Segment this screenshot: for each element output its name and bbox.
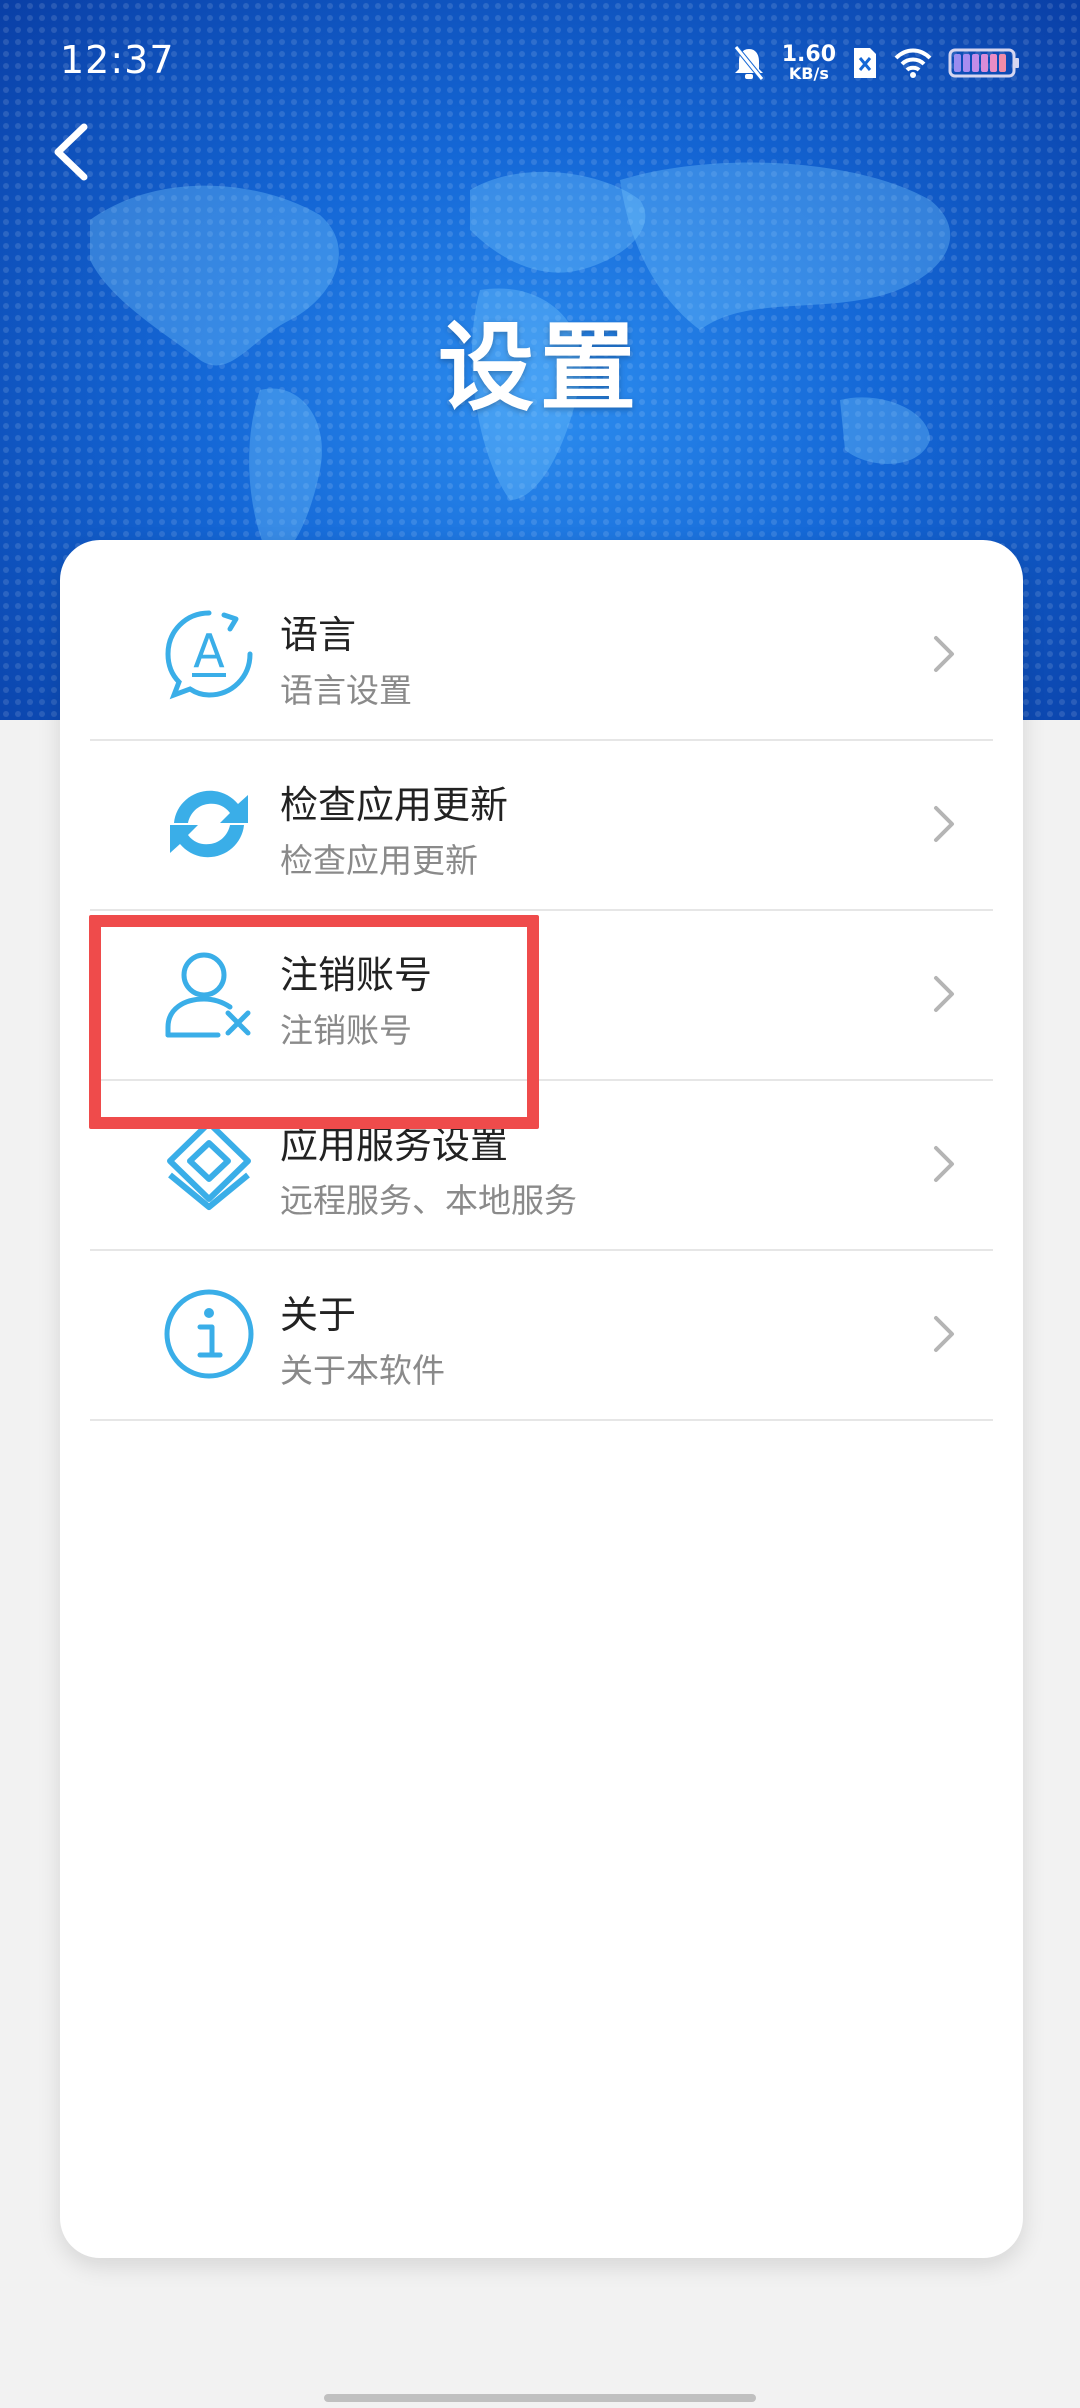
status-icons: 1.60 KB/s [732,38,1020,88]
highlight-box [89,915,539,1129]
language-icon: A [165,610,253,700]
menu-item-subtitle: 检查应用更新 [280,841,478,880]
menu-item-subtitle: 远程服务、本地服务 [280,1181,577,1220]
chevron-right-icon [934,806,954,842]
bell-muted-icon [733,45,764,81]
svg-text:A: A [193,624,225,678]
page-title: 设置 [438,312,642,424]
menu-item-check-update[interactable]: 检查应用更新 检查应用更新 [90,740,993,908]
chevron-right-icon [934,976,954,1012]
menu-item-subtitle: 语言设置 [280,671,412,710]
menu-item-title: 关于 [280,1293,357,1337]
battery-icon [948,48,1019,78]
menu-item-title: 检查应用更新 [280,783,509,827]
net-speed-unit: KB/s [788,64,829,83]
info-icon [164,1289,254,1379]
chevron-right-icon [934,1146,954,1182]
net-speed: 1.60 KB/s [782,44,836,82]
menu-item-language[interactable]: A 语言 语言设置 [90,570,993,738]
layers-icon [167,1120,251,1210]
settings-card: A 语言 语言设置 检查应用更新 检查应用更新 注销账号 注销账号 应用服务设置… [60,540,1023,2258]
chevron-right-icon [934,636,954,672]
menu-item-subtitle: 关于本软件 [280,1351,445,1390]
menu-item-title: 语言 [280,613,357,657]
status-bar: 12:37 1.60 KB/s [0,0,1080,126]
net-speed-value: 1.60 [781,42,836,67]
divider [90,1419,993,1421]
status-time: 12:37 [60,38,175,82]
sim-x-icon [854,48,876,78]
home-indicator[interactable] [324,2394,756,2402]
menu-item-about[interactable]: 关于 关于本软件 [90,1250,993,1418]
wifi-icon [894,48,932,78]
refresh-icon [170,790,248,858]
back-button[interactable] [40,115,104,189]
chevron-right-icon [934,1316,954,1352]
